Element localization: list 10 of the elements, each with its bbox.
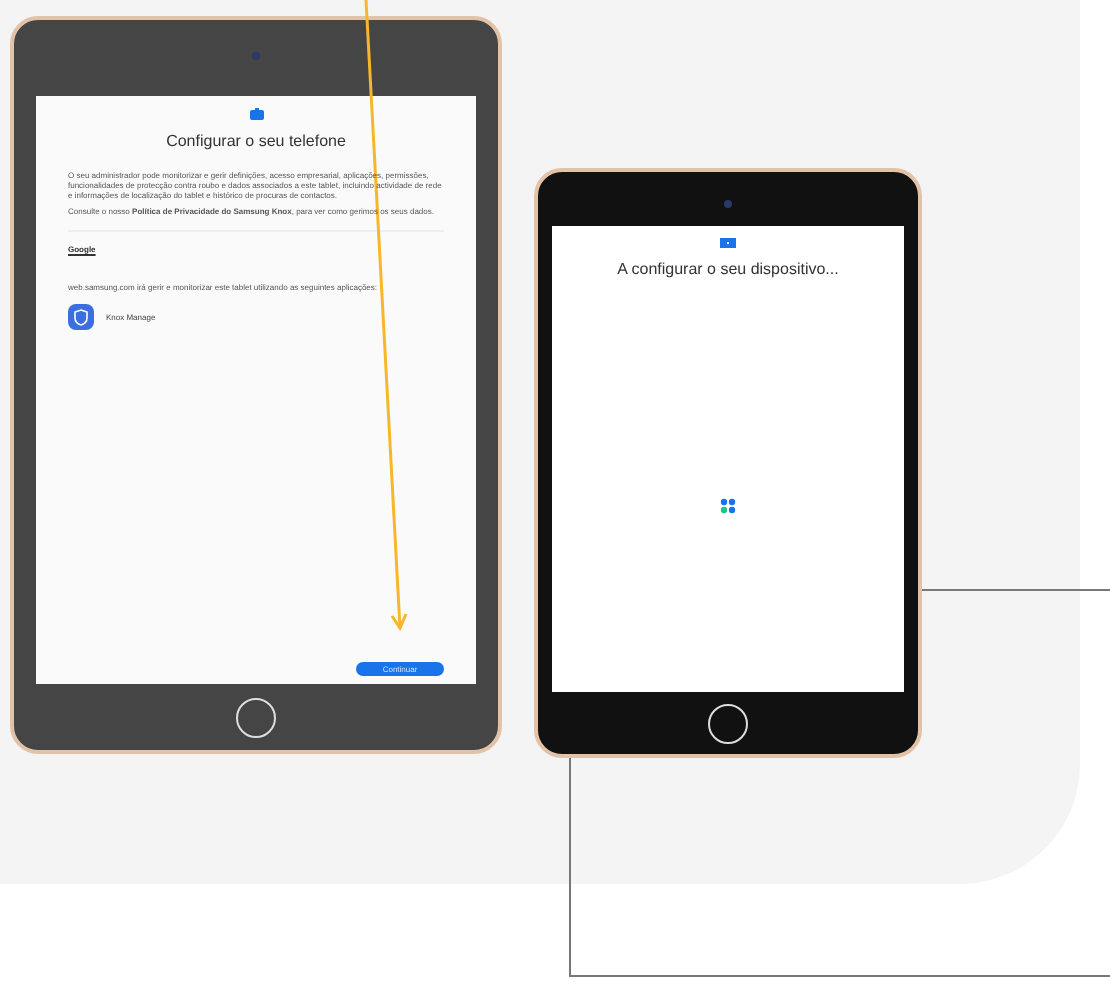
home-button[interactable] — [236, 698, 276, 738]
progress-title: A configurar o seu dispositivo... — [617, 260, 839, 278]
camera-icon — [724, 200, 732, 208]
device-icon — [720, 238, 736, 248]
briefcase-icon — [249, 108, 263, 120]
loading-icon — [720, 498, 736, 514]
setup-title: Configurar o seu telefone — [164, 132, 348, 150]
home-button[interactable] — [708, 704, 748, 744]
shield-icon — [68, 304, 94, 330]
camera-icon — [252, 52, 260, 60]
